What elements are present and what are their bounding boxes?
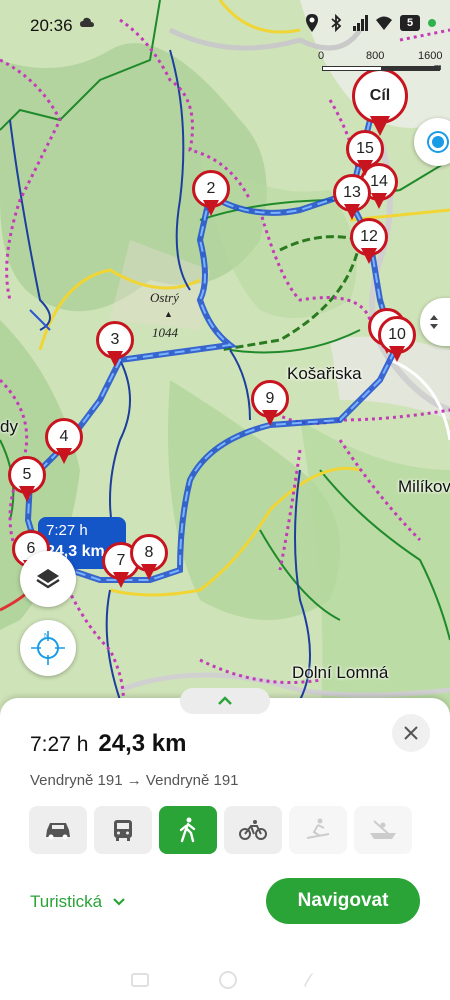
marker-tail bbox=[371, 193, 387, 209]
marker-tail bbox=[113, 572, 129, 588]
home-nav-icon[interactable] bbox=[219, 971, 237, 989]
place-label-dolni-lomna: Dolní Lomná bbox=[292, 663, 389, 682]
marker-tail bbox=[141, 564, 157, 580]
waypoint-marker-8[interactable]: 8 bbox=[130, 534, 168, 584]
route-distance: 24,3 km bbox=[98, 730, 187, 757]
waypoint-marker-10[interactable]: 10 bbox=[378, 316, 416, 366]
svg-text:N: N bbox=[44, 633, 49, 640]
close-button[interactable] bbox=[392, 714, 430, 752]
route-type-label: Turistická bbox=[30, 892, 103, 911]
mode-bike-button[interactable] bbox=[224, 806, 282, 854]
status-time: 20:36 bbox=[30, 16, 73, 35]
navigate-button[interactable]: Navigovat bbox=[266, 878, 420, 924]
status-icons: 5 bbox=[304, 14, 436, 32]
chevron-down-icon bbox=[113, 898, 125, 906]
bus-icon bbox=[114, 820, 132, 841]
mode-car-button[interactable] bbox=[29, 806, 87, 854]
route-badge-time: 7:27 h bbox=[46, 522, 88, 539]
wifi-icon bbox=[376, 16, 392, 30]
route-arrow: → bbox=[126, 772, 142, 789]
waypoint-marker-13[interactable]: 13 bbox=[333, 174, 371, 224]
mode-walk-button[interactable] bbox=[159, 806, 217, 854]
route-endpoints: Vendryně 191 → Vendryně 191 bbox=[30, 772, 239, 789]
bike-icon bbox=[239, 820, 267, 840]
sheet-expand-handle[interactable] bbox=[180, 688, 270, 714]
scale-bar: 0 800 1600 m bbox=[318, 50, 446, 72]
scale-label-1600: 1600 bbox=[418, 50, 443, 62]
location-icon bbox=[306, 14, 318, 32]
signal-icon bbox=[353, 15, 368, 31]
transport-mode-selector bbox=[29, 806, 412, 854]
ski-icon bbox=[306, 818, 330, 839]
status-dot bbox=[428, 19, 436, 27]
marker-tail bbox=[370, 116, 390, 136]
waypoint-marker-2[interactable]: 2 bbox=[192, 170, 230, 220]
marker-tail bbox=[56, 448, 72, 464]
expand-vertical-icon bbox=[430, 315, 438, 329]
peak-name: Ostrý bbox=[150, 290, 179, 305]
bluetooth-icon bbox=[331, 14, 342, 32]
waypoint-marker-3[interactable]: 3 bbox=[96, 321, 134, 371]
waypoint-marker-9[interactable]: 9 bbox=[251, 380, 289, 430]
mode-boat-button[interactable] bbox=[354, 806, 412, 854]
close-icon bbox=[404, 726, 418, 740]
recents-nav-icon[interactable] bbox=[131, 973, 149, 987]
route-to: Vendryně 191 bbox=[145, 772, 239, 789]
waypoint-marker-12[interactable]: 12 bbox=[350, 218, 388, 268]
marker-tail bbox=[19, 486, 35, 502]
car-icon bbox=[46, 823, 70, 840]
scale-label-800: 800 bbox=[366, 50, 385, 62]
route-from: Vendryně 191 bbox=[30, 772, 123, 789]
marker-tail bbox=[203, 200, 219, 216]
marker-tail bbox=[107, 351, 123, 367]
scale-bar-graphic bbox=[322, 66, 440, 71]
destination-marker[interactable]: Cíl bbox=[352, 68, 408, 138]
route-type-dropdown[interactable]: Turistická bbox=[30, 892, 126, 912]
location-dot-icon bbox=[429, 133, 447, 151]
place-label-kosariska: Košařiska bbox=[287, 364, 362, 383]
peak-triangle-icon: ▲ bbox=[164, 309, 173, 319]
marker-tail bbox=[262, 410, 278, 426]
compass-icon: N bbox=[31, 631, 65, 665]
route-summary: 7:27 h 24,3 km bbox=[30, 730, 186, 758]
status-bar: 20:36 5 bbox=[0, 0, 450, 52]
back-nav-icon[interactable] bbox=[302, 973, 324, 987]
chevron-up-icon bbox=[218, 696, 232, 705]
map-view[interactable]: 20:36 5 0 800 1600 m Košařiska Milíkov D… bbox=[0, 0, 450, 720]
system-nav-bar bbox=[0, 960, 450, 1000]
walk-icon bbox=[179, 817, 196, 843]
route-bottom-sheet: 7:27 h 24,3 km Vendryně 191 → Vendryně 1… bbox=[0, 688, 450, 1000]
layers-icon bbox=[36, 569, 60, 589]
layers-button[interactable] bbox=[20, 551, 76, 607]
marker-tail bbox=[357, 160, 373, 176]
marker-tail bbox=[389, 346, 405, 362]
route-time: 7:27 h bbox=[30, 733, 89, 756]
scale-label-0: 0 bbox=[318, 50, 325, 62]
peak-elevation: 1044 bbox=[152, 325, 178, 340]
compass-button[interactable]: N bbox=[20, 620, 76, 676]
marker-tail bbox=[361, 248, 377, 264]
mode-ski-button[interactable] bbox=[289, 806, 347, 854]
waypoint-marker-4[interactable]: 4 bbox=[45, 418, 83, 468]
mode-bus-button[interactable] bbox=[94, 806, 152, 854]
place-label-partial: dy bbox=[0, 417, 18, 436]
battery-indicator: 5 bbox=[400, 15, 420, 31]
waypoint-marker-5[interactable]: 5 bbox=[8, 456, 46, 506]
place-label-milikov: Milíkov bbox=[398, 477, 450, 496]
cloud-icon bbox=[80, 17, 94, 27]
marker-tail bbox=[344, 204, 360, 220]
boat-icon bbox=[370, 820, 396, 839]
